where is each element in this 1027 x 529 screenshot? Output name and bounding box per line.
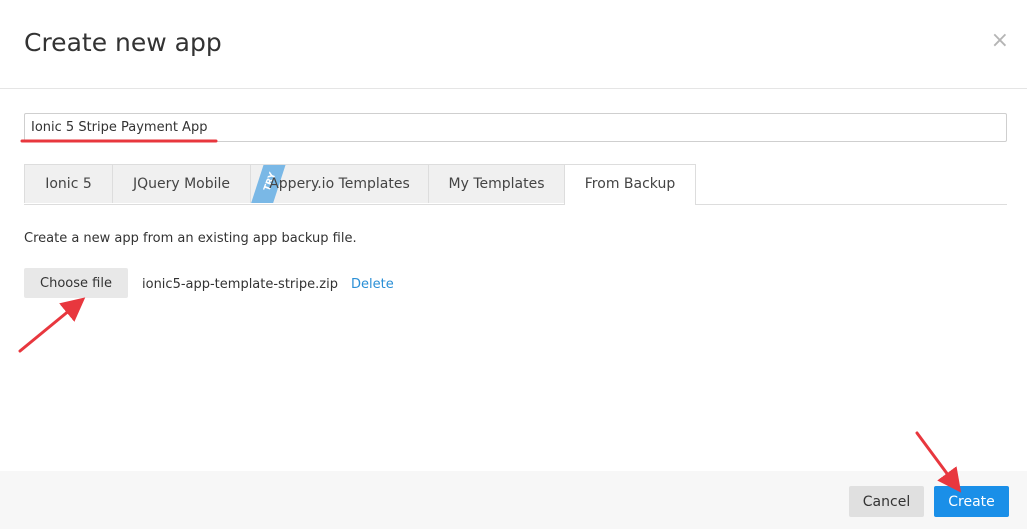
selected-file-name: ionic5-app-template-stripe.zip xyxy=(142,277,338,292)
cancel-button[interactable]: Cancel xyxy=(849,486,924,517)
dialog-header: Create new app × xyxy=(0,0,1027,89)
template-tabs: Ionic 5 JQuery Mobile TRY Appery.io Temp… xyxy=(24,164,1007,205)
close-icon[interactable]: × xyxy=(991,30,1009,52)
choose-file-arrow-annotation xyxy=(18,297,86,353)
app-name-input[interactable] xyxy=(24,113,1007,142)
create-button[interactable]: Create xyxy=(934,486,1009,517)
choose-file-button[interactable]: Choose file xyxy=(24,268,128,298)
tab-ionic-5[interactable]: Ionic 5 xyxy=(24,164,113,203)
tab-from-backup[interactable]: From Backup xyxy=(564,164,696,205)
tab-appery-templates[interactable]: TRY Appery.io Templates xyxy=(250,164,429,203)
tab-jquery-mobile[interactable]: JQuery Mobile xyxy=(112,164,251,203)
tab-label: From Backup xyxy=(584,176,676,192)
tab-label: Appery.io Templates xyxy=(269,176,410,192)
tab-label: JQuery Mobile xyxy=(132,176,231,192)
backup-description: Create a new app from an existing app ba… xyxy=(24,231,357,246)
dialog-title: Create new app xyxy=(24,28,222,57)
delete-file-link[interactable]: Delete xyxy=(351,277,394,292)
tab-label: Ionic 5 xyxy=(45,176,92,192)
tab-my-templates[interactable]: My Templates xyxy=(428,164,565,203)
tab-label: My Templates xyxy=(448,176,545,192)
